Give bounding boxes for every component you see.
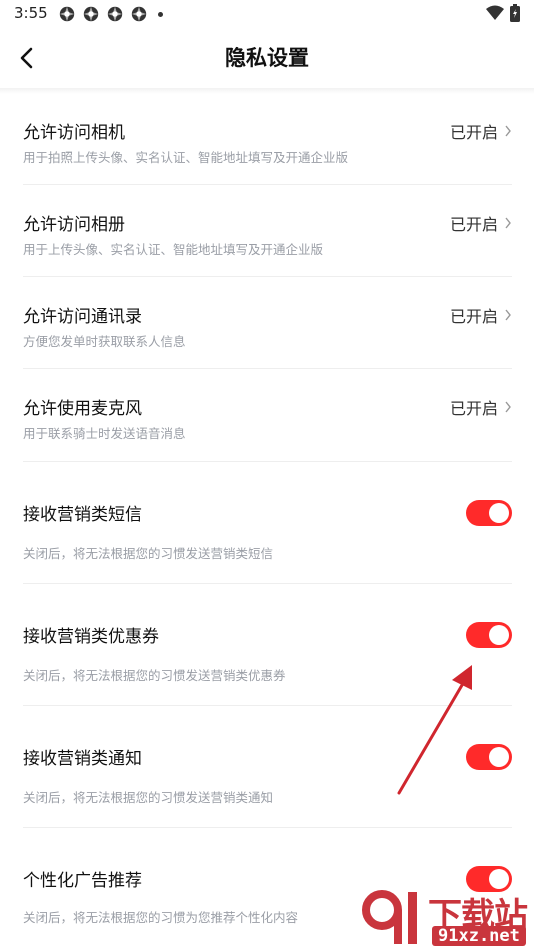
watermark-url: 91xz.net <box>432 926 526 946</box>
permission-status: 已开启 <box>450 303 512 327</box>
permission-desc: 用于拍照上传头像、实名认证、智能地址填写及开通企业版 <box>23 150 349 165</box>
divider <box>23 583 512 584</box>
permission-label: 允许访问通讯录 <box>23 307 142 327</box>
toggle-item-marketing-notifications: 接收营销类通知 关闭后，将无法根据您的习惯发送营销类通知 <box>23 744 512 808</box>
toggle-knob <box>489 747 509 767</box>
permission-status-text: 已开启 <box>449 123 498 142</box>
permission-label: 允许使用麦克风 <box>23 399 142 419</box>
divider <box>23 184 512 185</box>
toggle-desc: 关闭后，将无法根据您的习惯发送营销类短信 <box>23 546 274 561</box>
permission-status: 已开启 <box>450 395 512 419</box>
toggle-knob <box>489 625 509 645</box>
more-notifications-dot <box>158 11 163 17</box>
toggle-knob <box>489 503 509 523</box>
permission-item-camera[interactable]: 允许访问相机 用于拍照上传头像、实名认证、智能地址填写及开通企业版 已开启 <box>23 118 512 166</box>
permission-status-text: 已开启 <box>449 399 498 418</box>
notification-icons <box>58 5 163 23</box>
marketing-coupons-toggle[interactable] <box>466 622 512 648</box>
toggle-desc: 关闭后，将无法根据您的习惯为您推荐个性化内容 <box>23 910 299 925</box>
status-time: 3:55 <box>14 4 48 22</box>
permission-item-microphone[interactable]: 允许使用麦克风 用于联系骑士时发送语音消息 已开启 <box>23 394 512 442</box>
permission-item-contacts[interactable]: 允许访问通讯录 方便您发单时获取联系人信息 已开启 <box>23 302 512 350</box>
chevron-right-icon <box>505 309 511 321</box>
permission-label: 允许访问相机 <box>23 123 125 143</box>
app-icon <box>107 6 123 22</box>
toggle-item-marketing-coupons: 接收营销类优惠券 关闭后，将无法根据您的习惯发送营销类优惠券 <box>23 622 512 686</box>
permission-item-album[interactable]: 允许访问相册 用于上传头像、实名认证、智能地址填写及开通企业版 已开启 <box>23 210 512 258</box>
permission-status-text: 已开启 <box>449 307 498 326</box>
divider <box>23 276 512 277</box>
marketing-notifications-toggle[interactable] <box>466 744 512 770</box>
divider <box>23 827 512 828</box>
toggle-label: 接收营销类短信 <box>23 505 142 525</box>
permission-desc: 用于上传头像、实名认证、智能地址填写及开通企业版 <box>23 242 324 257</box>
chevron-right-icon <box>505 217 511 229</box>
toggle-desc: 关闭后，将无法根据您的习惯发送营销类通知 <box>23 790 274 805</box>
marketing-sms-toggle[interactable] <box>466 500 512 526</box>
divider <box>23 705 512 706</box>
chevron-right-icon <box>505 401 511 413</box>
status-bar: 3:55 <box>0 0 534 28</box>
page-title: 隐私设置 <box>225 46 309 70</box>
app-icon <box>59 6 75 22</box>
permission-status-text: 已开启 <box>449 215 498 234</box>
watermark-logo <box>362 890 417 944</box>
wifi-icon <box>486 5 504 20</box>
permission-status: 已开启 <box>450 119 512 143</box>
nav-bar: 隐私设置 <box>0 28 534 88</box>
watermark: 下载站 91xz.net <box>360 886 530 948</box>
toggle-label: 接收营销类优惠券 <box>23 627 159 647</box>
toggle-label: 个性化广告推荐 <box>23 871 142 891</box>
toggle-item-marketing-sms: 接收营销类短信 关闭后，将无法根据您的习惯发送营销类短信 <box>23 500 512 564</box>
permission-desc: 用于联系骑士时发送语音消息 <box>23 426 186 441</box>
permission-status: 已开启 <box>450 211 512 235</box>
toggle-label: 接收营销类通知 <box>23 749 142 769</box>
app-icon <box>83 6 99 22</box>
battery-icon <box>510 4 520 22</box>
divider <box>23 368 512 369</box>
chevron-right-icon <box>505 125 511 137</box>
toggle-desc: 关闭后，将无法根据您的习惯发送营销类优惠券 <box>23 668 286 683</box>
status-right <box>486 4 520 22</box>
app-icon <box>131 6 147 22</box>
permission-label: 允许访问相册 <box>23 215 125 235</box>
nav-divider <box>0 88 534 94</box>
divider <box>23 461 512 462</box>
permission-desc: 方便您发单时获取联系人信息 <box>23 334 186 349</box>
